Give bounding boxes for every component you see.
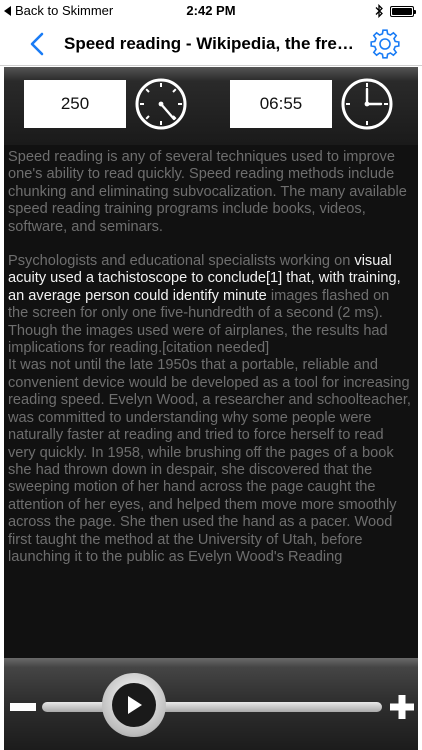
bluetooth-icon — [375, 4, 383, 18]
text-before-highlight: Psychologists and educational specialist… — [8, 253, 355, 270]
progress-slider-track[interactable] — [42, 702, 382, 712]
gear-icon[interactable] — [370, 29, 400, 59]
navigation-bar: Speed reading - Wikipedia, the free ency… — [0, 22, 422, 66]
reader-panel: 250 06:55 Speed reading is any of severa… — [4, 67, 418, 658]
reader-settings-strip: 250 06:55 — [4, 67, 418, 145]
article-paragraph: Psychologists and educational specialist… — [8, 253, 412, 357]
page-title: Speed reading - Wikipedia, the free ency… — [64, 34, 356, 53]
status-time: 2:42 PM — [186, 3, 236, 18]
play-button[interactable] — [111, 683, 156, 727]
article-text[interactable]: Speed reading is any of several techniqu… — [8, 149, 412, 583]
minus-icon[interactable] — [10, 703, 36, 711]
status-bar: Back to Skimmer 2:42 PM — [0, 0, 422, 22]
article-paragraph: Speed reading is any of several techniqu… — [8, 149, 407, 235]
time-remaining-box[interactable]: 06:55 — [230, 80, 332, 128]
time-remaining-value: 06:55 — [259, 94, 303, 113]
plus-icon[interactable] — [390, 695, 414, 719]
clock-icon[interactable] — [340, 77, 394, 131]
playback-controls — [4, 658, 418, 750]
wpm-value: 250 — [60, 94, 90, 113]
chevron-left-icon[interactable] — [26, 30, 50, 58]
text-fade — [4, 636, 418, 658]
play-icon — [127, 696, 142, 714]
status-indicators — [375, 4, 416, 18]
progress-slider-knob[interactable] — [101, 673, 166, 737]
article-paragraph: It was not until the late 1950s that a p… — [8, 357, 411, 565]
wpm-value-box[interactable]: 250 — [24, 80, 126, 128]
battery-icon — [390, 5, 416, 17]
clock-dial-icon[interactable] — [134, 77, 188, 131]
